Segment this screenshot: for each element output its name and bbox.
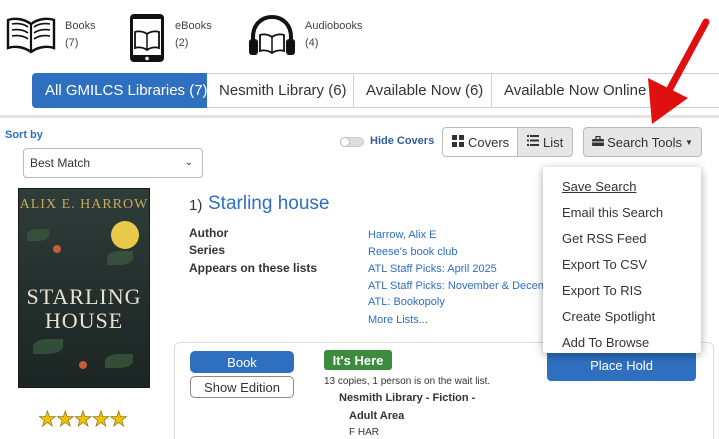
status-badge: It's Here: [324, 350, 392, 370]
cover-leaf: [107, 251, 133, 265]
hide-covers-toggle[interactable]: [340, 137, 364, 147]
list-view-label: List: [543, 134, 564, 150]
search-tools-label: Search Tools: [607, 134, 682, 150]
tab-nesmith-library[interactable]: Nesmith Library (6): [207, 73, 354, 108]
menu-item-export-ris[interactable]: Export To RIS: [543, 277, 701, 303]
author-link[interactable]: Harrow, Alix E: [368, 229, 436, 241]
show-edition-button[interactable]: Show Edition: [190, 376, 294, 398]
sort-select[interactable]: Best Match ⌄: [23, 148, 203, 178]
author-label: Author: [189, 226, 229, 240]
toggle-knob: [340, 137, 350, 147]
call-number: F HAR: [349, 427, 379, 438]
facet-ebooks-count: (2): [175, 37, 189, 49]
facet-ebooks-label: eBooks: [175, 20, 212, 32]
menu-item-add-to-browse[interactable]: Add To Browse: [543, 329, 701, 355]
facet-audiobooks-count: (4): [305, 37, 319, 49]
cover-author: ALIX E. HARROW: [19, 197, 149, 212]
menu-item-rss-feed[interactable]: Get RSS Feed: [543, 225, 701, 251]
book-club-seal: [111, 221, 139, 249]
location-line: Adult Area: [349, 410, 405, 422]
copies-status: 13 copies, 1 person is on the wait list.: [324, 376, 491, 387]
series-label: Series: [189, 243, 226, 257]
cover-leaf: [27, 229, 49, 241]
caret-down-icon: ▼: [685, 137, 693, 147]
search-tools-menu: Save Search Email this Search Get RSS Fe…: [543, 167, 701, 353]
cover-leaf: [33, 339, 63, 354]
list-link[interactable]: ATL Staff Picks: November & Decem: [368, 280, 547, 292]
menu-item-email-search[interactable]: Email this Search: [543, 199, 701, 225]
facet-audiobooks-label: Audiobooks: [305, 20, 363, 32]
facet-audiobooks[interactable]: Audiobooks (4): [247, 13, 363, 59]
facet-books[interactable]: Books (7): [5, 10, 96, 54]
cover-flower: [79, 361, 87, 369]
book-icon: [6, 17, 56, 54]
location-line: Nesmith Library - Fiction -: [339, 392, 476, 404]
covers-view-button[interactable]: Covers: [442, 127, 518, 157]
cover-leaf: [105, 354, 133, 368]
list-icon: [527, 135, 539, 149]
headphones-book-icon: [249, 14, 295, 55]
result-number: 1): [189, 197, 203, 214]
facet-books-label: Books: [65, 20, 96, 32]
covers-view-label: Covers: [468, 134, 510, 150]
facet-books-count: (7): [65, 37, 79, 49]
book-cover[interactable]: ALIX E. HARROW STARLING HOUSE: [18, 188, 150, 388]
tablet-book-icon: [130, 14, 164, 62]
tab-all-gmilcs-libraries[interactable]: All GMILCS Libraries (7): [32, 73, 208, 108]
list-view-button[interactable]: List: [518, 127, 573, 157]
facet-ebooks[interactable]: eBooks (2): [127, 12, 212, 64]
rating-stars[interactable]: ★★★★★: [38, 407, 129, 432]
list-link[interactable]: ATL Staff Picks: April 2025: [368, 263, 497, 275]
format-facets: Books (7) eBooks (2) Audiobooks (4): [0, 0, 719, 70]
grid-icon: [452, 134, 464, 150]
toolbox-icon: [592, 135, 605, 149]
menu-item-create-spotlight[interactable]: Create Spotlight: [543, 303, 701, 329]
search-tools-button[interactable]: Search Tools ▼: [583, 127, 702, 157]
tabs-divider: [0, 115, 719, 118]
sort-selected-value: Best Match: [30, 156, 91, 170]
menu-item-export-csv[interactable]: Export To CSV: [543, 251, 701, 277]
sort-label: Sort by: [5, 129, 43, 141]
result-title-link[interactable]: Starling house: [208, 193, 329, 215]
tab-available-now-online[interactable]: Available Now Online (2: [492, 73, 719, 108]
tab-available-now[interactable]: Available Now (6): [354, 73, 492, 108]
menu-item-save-search[interactable]: Save Search: [543, 173, 701, 199]
list-link[interactable]: ATL: Bookopoly: [368, 296, 445, 308]
lists-label: Appears on these lists: [189, 261, 318, 275]
cover-flower: [53, 245, 61, 253]
scope-tabs: All GMILCS Libraries (7) Nesmith Library…: [32, 73, 719, 108]
view-mode-group: Covers List: [442, 127, 573, 157]
chevron-down-icon: ⌄: [184, 157, 193, 168]
more-lists-link[interactable]: More Lists...: [368, 314, 428, 326]
format-book-button[interactable]: Book: [190, 351, 294, 373]
hide-covers-label[interactable]: Hide Covers: [370, 135, 434, 147]
series-link[interactable]: Reese's book club: [368, 246, 458, 258]
cover-title: STARLING HOUSE: [26, 284, 142, 333]
